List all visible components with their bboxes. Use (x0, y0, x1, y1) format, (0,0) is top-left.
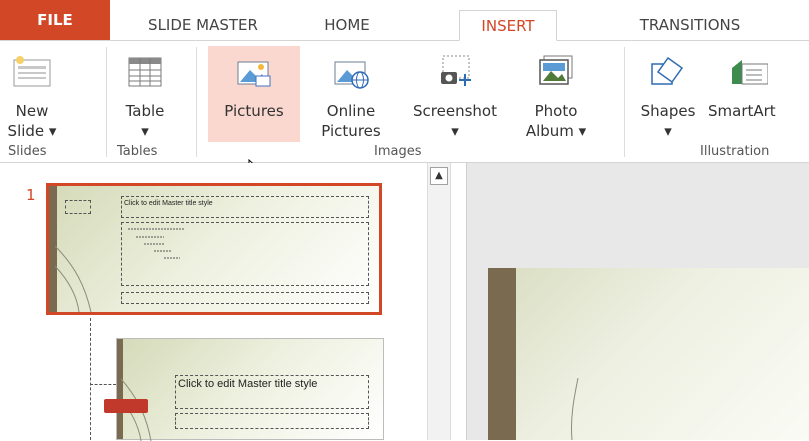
layout-subtitle-placeholder (175, 413, 369, 429)
photo-album-label: Photo (534, 102, 578, 120)
group-separator (196, 47, 197, 157)
online-pictures-button[interactable]: Online Pictures (308, 46, 394, 142)
new-slide-dropdown-label: Slide ▾ (7, 122, 57, 140)
group-slides-label: Slides (8, 144, 47, 159)
table-button[interactable]: Table ▾ (115, 46, 175, 142)
ribbon: New Slide ▾ Slides Table ▾ Tables Pictur… (0, 41, 809, 180)
slide-accent-bar (488, 268, 516, 440)
screenshot-label: Screenshot (413, 102, 497, 120)
swirl-decoration (55, 245, 92, 312)
screenshot-icon (441, 55, 471, 86)
new-slide-icon (13, 56, 51, 87)
shapes-label: Shapes (640, 102, 696, 120)
current-slide-canvas[interactable] (488, 268, 809, 440)
tab-file[interactable]: FILE (0, 0, 110, 40)
layout-connector-line (90, 318, 91, 440)
table-label: Table (125, 102, 165, 120)
smartart-button[interactable]: SmartArt (706, 46, 809, 142)
group-separator (624, 47, 625, 157)
master-content-placeholder (121, 222, 369, 286)
pictures-label: Pictures (224, 102, 284, 120)
layout-badge (104, 399, 148, 413)
tab-slide-master[interactable]: SLIDE MASTER (128, 10, 278, 40)
pictures-icon (237, 61, 271, 87)
screenshot-button[interactable]: Screenshot ▾ (396, 46, 514, 142)
online-pictures-label: Online (326, 102, 376, 120)
smartart-label: SmartArt (708, 102, 776, 120)
table-icon (128, 57, 162, 87)
scroll-up-arrow-icon[interactable]: ▲ (430, 167, 448, 185)
smartart-icon (732, 60, 768, 85)
slide-master-thumbnail[interactable]: Click to edit Master title style (46, 183, 382, 315)
group-tables-label: Tables (117, 144, 158, 159)
new-slide-button[interactable]: New Slide ▾ (4, 46, 60, 142)
screenshot-dropdown-label: ▾ (451, 122, 459, 140)
ribbon-tabs: FILE SLIDE MASTER HOME INSERT TRANSITION… (0, 0, 809, 41)
tab-home[interactable]: HOME (297, 10, 397, 40)
group-images-label: Images (374, 144, 422, 159)
tab-transitions[interactable]: TRANSITIONS (600, 10, 780, 40)
online-pictures-icon (334, 61, 369, 89)
group-illustrations-label: Illustration (700, 144, 770, 159)
shapes-button[interactable]: Shapes ▾ (632, 46, 704, 142)
layout-title-placeholder: Click to edit Master title style (175, 375, 369, 409)
new-slide-label: New (15, 102, 49, 120)
pictures-button[interactable]: Pictures (208, 46, 300, 142)
tab-insert[interactable]: INSERT (459, 10, 557, 41)
shapes-icon (651, 56, 684, 85)
shapes-dropdown-label: ▾ (664, 122, 672, 140)
swirl-decoration (571, 378, 579, 440)
photo-album-icon (539, 55, 573, 85)
photo-album-dropdown-label: Album ▾ (525, 122, 587, 140)
footer-placeholder (121, 292, 369, 304)
bullet-list-graphic (128, 228, 184, 259)
layout-connector-branch (90, 384, 116, 385)
thumbnails-scrollbar[interactable]: ▲ (427, 163, 451, 440)
layout-thumbnail[interactable]: Click to edit Master title style (116, 338, 384, 441)
online-pictures-label-line2: Pictures (321, 122, 381, 140)
photo-album-button[interactable]: Photo Album ▾ (516, 46, 596, 142)
master-title-placeholder: Click to edit Master title style (121, 196, 369, 218)
slide-number: 1 (26, 186, 36, 204)
group-separator (106, 47, 107, 157)
table-dropdown-label: ▾ (141, 122, 149, 140)
logo-placeholder (65, 200, 91, 214)
